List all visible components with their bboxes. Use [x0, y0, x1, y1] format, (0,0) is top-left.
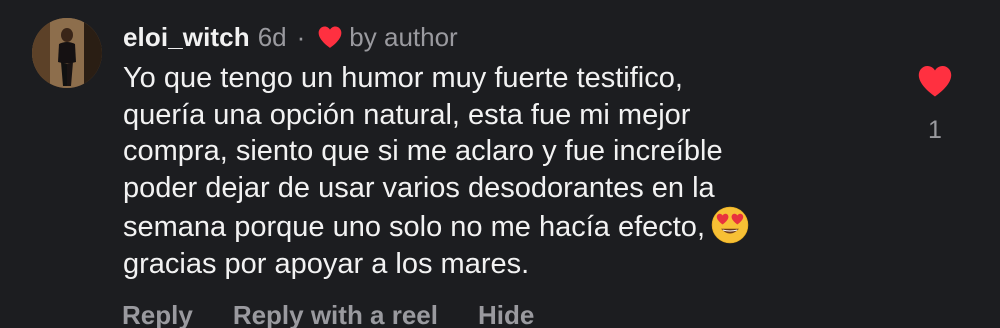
comment-actions: Reply Reply with a reel Hide	[122, 300, 534, 328]
comment-line: gracias por apoyar a los mares.	[123, 247, 530, 280]
by-author-label: by author	[349, 21, 458, 52]
comment-text: Yo que tengo un humor muy fuerte testifi…	[123, 60, 863, 282]
comment-line: Yo que tengo un humor muy fuerte testifi…	[123, 62, 683, 94]
timestamp: 6d	[257, 21, 287, 52]
reply-button[interactable]: Reply	[122, 300, 193, 328]
like-button[interactable]	[916, 64, 954, 98]
comment-line: semana porque uno solo no me hacía efect…	[123, 211, 705, 243]
reply-with-reel-button[interactable]: Reply with a reel	[233, 300, 438, 328]
heart-icon	[918, 66, 952, 97]
hide-button[interactable]: Hide	[478, 300, 534, 328]
avatar[interactable]	[32, 18, 102, 88]
comment-line: poder dejar de usar varios desodorantes …	[123, 171, 715, 204]
comment-header: eloi_witch 6d · by author	[123, 17, 458, 57]
like-count: 1	[928, 116, 942, 144]
comment-line: compra, siento que si me aclaro y fue in…	[123, 135, 723, 167]
username[interactable]: eloi_witch	[123, 22, 250, 53]
comment-line: quería una opción natural, esta fue mi m…	[123, 98, 691, 131]
comment-line-with-emoji: semana porque uno solo no me hacía efect…	[123, 206, 863, 246]
separator-dot: ·	[296, 21, 306, 52]
heart-icon	[317, 25, 343, 49]
comment: eloi_witch 6d · by author Yo que tengo u…	[0, 0, 1000, 328]
heart-eyes-emoji-icon	[711, 206, 749, 244]
